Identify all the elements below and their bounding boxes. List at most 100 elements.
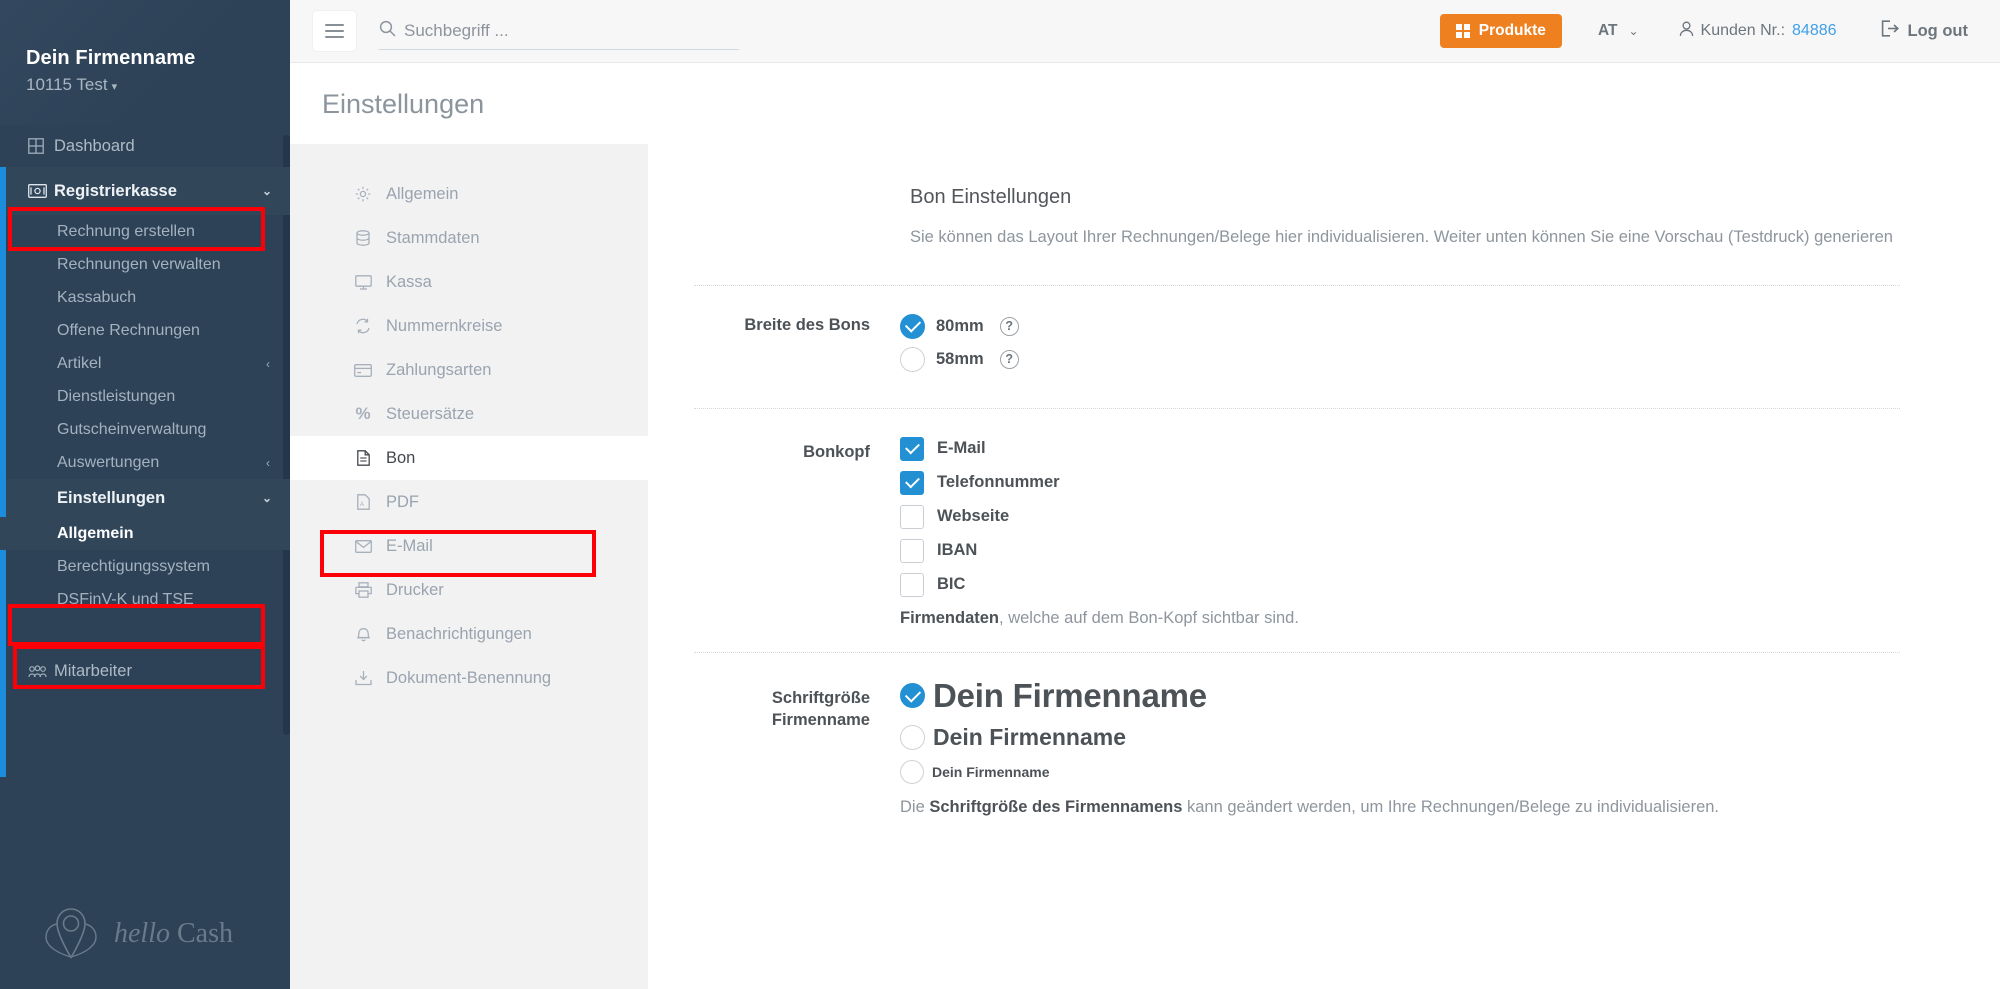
content-description: Sie können das Layout Ihrer Rechnungen/B… [910,228,1893,246]
hamburger-icon-line [325,30,344,32]
sidebar-item-auswertungen[interactable]: Auswertungen ‹ [0,446,290,479]
checkbox[interactable] [900,572,924,597]
settings-subnav: Allgemein Stammdaten Kassa Nummernkreise… [290,144,670,989]
radio-button[interactable] [900,346,925,372]
help-icon[interactable]: ? [999,349,1019,369]
radio-button[interactable] [900,724,925,750]
checkbox-option-webseite[interactable]: Webseite [900,504,1940,529]
checkbox[interactable] [900,538,924,563]
subnav-item-bon[interactable]: Bon [290,436,670,480]
checkbox-option-telefonnummer[interactable]: Telefonnummer [900,470,1940,495]
document-export-icon [354,670,372,686]
fontsize-option-small[interactable]: Dein Firmenname [900,759,1940,784]
sidebar-item-dsfinvk-tse[interactable]: DSFinV-K und TSE [0,583,290,616]
checkbox-option-email[interactable]: E-Mail [900,436,1940,461]
subnav-item-kassa[interactable]: Kassa [290,260,648,304]
checkbox[interactable] [900,436,924,461]
form-row-bonkopf: Bonkopf E-Mail Telefonnummer Webseite IB… [648,409,1940,628]
fontsize-option-large[interactable]: Dein Firmenname [900,677,1940,715]
sidebar-group-einstellungen[interactable]: Einstellungen ⌄ [0,479,290,517]
radio-button[interactable] [900,683,925,709]
people-icon [28,664,54,678]
subnav-item-label: Allgemein [386,184,459,203]
subnav-item-label: Dokument-Benennung [386,668,552,687]
checkbox-label: IBAN [937,541,978,560]
chevron-down-icon: ⌄ [261,184,272,198]
subnav-item-benachrichtigungen[interactable]: Benachrichtigungen [290,612,648,656]
svg-text:A: A [360,502,364,508]
sidebar-item-artikel[interactable]: Artikel ‹ [0,347,290,380]
search-input[interactable] [404,20,739,41]
search-box[interactable] [379,12,739,50]
bonkopf-note: Firmendaten, welche auf dem Bon-Kopf sic… [900,609,1940,628]
radio-option-80mm[interactable]: 80mm ? [900,313,1940,339]
checkbox[interactable] [900,470,924,495]
logo-text: hello Cash [114,918,233,950]
logout-button[interactable]: Log out [1881,20,1968,42]
radio-label: 58mm [936,349,984,368]
subnav-item-label: Nummernkreise [386,316,503,335]
form-row-bon-width: Breite des Bons 80mm ? 58mm ? [648,286,1940,380]
main-sidebar: Dein Firmenname 10115 Test ▾ Dashboard R… [0,0,290,989]
sidebar-item-berechtigungssystem[interactable]: Berechtigungssystem [0,550,290,583]
bonkopf-note-rest: , welche auf dem Bon-Kopf sichtbar sind. [999,608,1299,627]
refresh-icon [354,318,372,334]
help-icon[interactable]: ? [999,316,1019,336]
sidebar-item-dienstleistungen[interactable]: Dienstleistungen [0,380,290,413]
field-label: Breite des Bons [744,315,870,334]
radio-group-bon-width: 80mm ? 58mm ? [900,313,1940,380]
checkbox-group-bonkopf: E-Mail Telefonnummer Webseite IBAN BIC F… [900,436,1940,628]
sidebar-item-label: Allgemein [57,524,134,542]
sidebar-item-mitarbeiter[interactable]: Mitarbeiter [0,650,290,692]
customer-number-display[interactable]: Kunden Nr.: 84886 [1679,21,1837,42]
subnav-item-allgemein[interactable]: Allgemein [290,172,648,216]
subnav-item-zahlungsarten[interactable]: Zahlungsarten [290,348,648,392]
fontsize-option-medium[interactable]: Dein Firmenname [900,724,1940,751]
checkbox-label: BIC [937,575,966,594]
radio-option-58mm[interactable]: 58mm ? [900,346,1940,372]
sidebar-item-dashboard[interactable]: Dashboard [0,125,290,167]
document-icon [354,450,372,466]
checkbox-option-iban[interactable]: IBAN [900,538,1940,563]
sidebar-item-offene-rechnungen[interactable]: Offene Rechnungen [0,314,290,347]
subnav-item-label: PDF [386,492,419,511]
subnav-item-email[interactable]: E-Mail [290,524,648,568]
menu-toggle-button[interactable] [313,11,356,51]
checkbox-option-bic[interactable]: BIC [900,572,1940,597]
main-area: Produkte AT ⌄ Kunden Nr.: 84886 Log out [290,0,2000,989]
fontsize-note-rest: kann geändert werden, um Ihre Rechnungen… [1182,797,1720,816]
produkte-button[interactable]: Produkte [1439,14,1562,48]
fontsize-note-pre: Die [900,797,930,816]
sidebar-item-rechnung-erstellen[interactable]: Rechnung erstellen [0,215,290,248]
language-selector[interactable]: AT ⌄ [1598,22,1639,40]
printer-icon [354,582,372,598]
radio-button[interactable] [900,759,924,784]
percent-icon: % [355,404,371,423]
sidebar-brand[interactable]: Dein Firmenname 10115 Test ▾ [0,0,290,125]
sidebar-item-label: Kassabuch [57,288,137,306]
subnav-item-nummernkreise[interactable]: Nummernkreise [290,304,648,348]
language-label: AT [1597,22,1618,39]
checkbox[interactable] [900,504,924,529]
subnav-item-steuersaetze[interactable]: % Steuersätze [290,392,648,436]
field-label: Bonkopf [803,442,870,461]
subnav-item-pdf[interactable]: A PDF [290,480,648,524]
hamburger-icon-line [325,24,344,26]
sidebar-item-allgemein[interactable]: Allgemein [0,517,290,550]
sidebar-group-registrierkasse[interactable]: Registrierkasse ⌄ [0,167,290,215]
sidebar-item-gutscheinverwaltung[interactable]: Gutscheinverwaltung [0,413,290,446]
sidebar-location-selector[interactable]: 10115 Test ▾ [26,75,290,95]
subnav-item-drucker[interactable]: Drucker [290,568,648,612]
logout-label: Log out [1907,21,1968,40]
sidebar-item-kassabuch[interactable]: Kassabuch [0,281,290,314]
credit-card-icon [354,363,372,377]
hellocash-pin-icon [45,908,97,960]
subnav-item-label: Benachrichtigungen [386,624,532,643]
bonkopf-note-bold: Firmendaten [900,608,1000,627]
subnav-item-label: Kassa [386,272,432,291]
radio-button[interactable] [900,313,925,339]
subnav-item-dokument-benennung[interactable]: Dokument-Benennung [290,656,648,700]
subnav-item-stammdaten[interactable]: Stammdaten [290,216,648,260]
envelope-icon [354,539,372,553]
sidebar-item-rechnungen-verwalten[interactable]: Rechnungen verwalten [0,248,290,281]
